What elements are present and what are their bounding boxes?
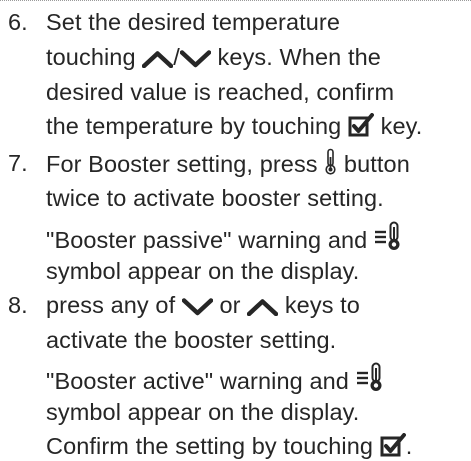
text-segment: twice to activate booster setting. bbox=[46, 185, 384, 211]
text-segment: desired value is reached, confirm bbox=[46, 79, 395, 105]
text-segment: Set the desired temperature bbox=[46, 9, 341, 35]
text-segment: For Booster setting, press bbox=[46, 151, 325, 177]
text-segment: key. bbox=[373, 113, 423, 139]
text-segment: / bbox=[173, 44, 180, 70]
thermometer-icon bbox=[324, 148, 337, 175]
booster-thermometer-icon bbox=[374, 221, 404, 251]
checkbox-confirm-icon bbox=[380, 433, 406, 457]
top-divider bbox=[0, 0, 471, 1]
text-segment: the temperature by touching bbox=[46, 113, 348, 139]
text-segment: symbol appear on the display. bbox=[46, 399, 360, 425]
step-text-line: "Booster active" warning and bbox=[46, 362, 386, 396]
text-segment: activate the booster setting. bbox=[46, 327, 337, 353]
up-arrow-icon bbox=[247, 298, 279, 316]
step-text-line: the temperature by touching key. bbox=[46, 111, 422, 141]
up-arrow-icon bbox=[142, 50, 174, 68]
step-text-line: symbol appear on the display. bbox=[46, 397, 359, 427]
step-text-line: activate the booster setting. bbox=[46, 325, 336, 355]
text-segment: symbol appear on the display. bbox=[46, 258, 360, 284]
text-segment: keys to bbox=[278, 292, 360, 318]
step-number: 7. bbox=[8, 150, 28, 176]
text-segment: or bbox=[212, 292, 248, 318]
step-number: 8. bbox=[8, 292, 28, 318]
text-segment: touching bbox=[46, 44, 143, 70]
text-segment: "Booster active" warning and bbox=[46, 368, 356, 394]
step-text-line: twice to activate booster setting. bbox=[46, 183, 384, 213]
step-text-line: press any of or keys to bbox=[46, 290, 360, 320]
text-segment: "Booster passive" warning and bbox=[46, 227, 374, 253]
text-segment: . bbox=[405, 433, 413, 459]
checkbox-confirm-icon bbox=[348, 113, 374, 137]
step-text-line: For Booster setting, press button bbox=[46, 148, 410, 179]
text-segment: button bbox=[337, 151, 410, 177]
step-text-line: desired value is reached, confirm bbox=[46, 77, 394, 107]
step-text-line: symbol appear on the display. bbox=[46, 256, 359, 286]
booster-thermometer-icon bbox=[356, 362, 386, 392]
step-text-line: "Booster passive" warning and bbox=[46, 221, 404, 255]
step-text-line: Set the desired temperature bbox=[46, 7, 340, 37]
down-arrow-icon bbox=[181, 298, 213, 316]
step-number: 6. bbox=[8, 9, 28, 35]
text-segment: keys. When the bbox=[210, 44, 381, 70]
text-segment: Confirm the setting by touching bbox=[46, 433, 380, 459]
down-arrow-icon bbox=[179, 50, 211, 68]
text-segment: press any of bbox=[46, 292, 182, 318]
step-text-line: Confirm the setting by touching . bbox=[46, 431, 412, 461]
step-text-line: touching / keys. When the bbox=[46, 42, 381, 72]
